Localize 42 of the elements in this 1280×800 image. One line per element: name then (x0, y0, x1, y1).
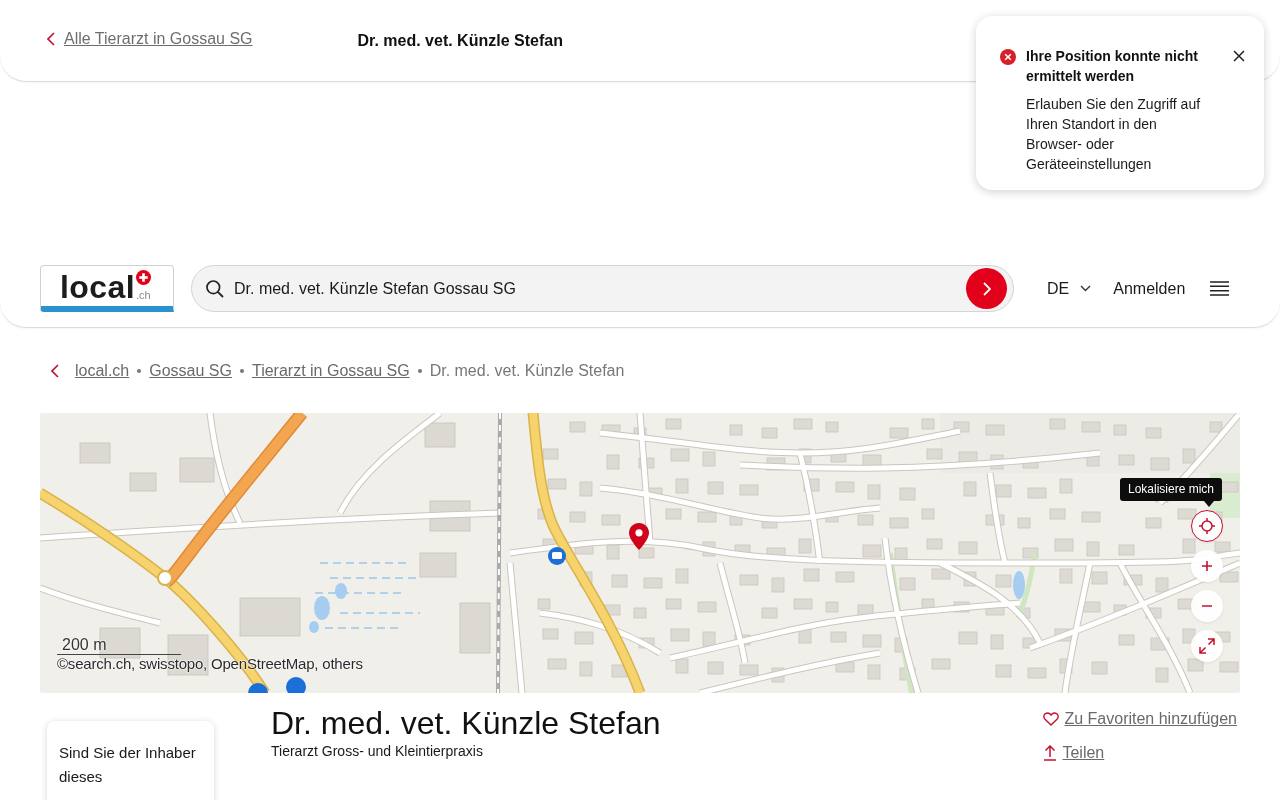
locate-icon (1199, 518, 1215, 534)
swiss-cross-icon (135, 270, 151, 285)
login-link[interactable]: Anmelden (1113, 278, 1186, 299)
toast-message: Erlauben Sie den Zugriff auf Ihren Standort in den Browser- oder Geräteeinstellungen (1026, 95, 1202, 174)
share-icon (1043, 745, 1058, 761)
search-icon (206, 279, 224, 298)
map-scale: 200 m (57, 636, 181, 655)
back-link[interactable]: Alle Tierarzt in Gossau SG (47, 28, 253, 49)
logo-suffix: .ch (135, 289, 151, 301)
share-link[interactable]: Teilen (1043, 743, 1105, 763)
search-input[interactable]: Dr. med. vet. Künzle Stefan Gossau SG (234, 278, 958, 299)
business-category: Tierarzt Gross- und Kleintierpraxis (271, 742, 484, 760)
chevron-right-icon (982, 281, 991, 296)
toast-title: Ihre Position konnte nicht ermittelt werden (1026, 47, 1199, 86)
chevron-left-icon (47, 31, 55, 46)
map-pin-icon[interactable] (629, 523, 649, 550)
language-button[interactable]: DE (1047, 278, 1092, 299)
tooltip: Lokalisiere mich (1119, 478, 1222, 507)
heart-icon (1043, 712, 1060, 726)
logo[interactable]: local.ch (40, 265, 174, 312)
page-title: Dr. med. vet. Künzle Stefan (357, 30, 563, 51)
separator-dot-icon (239, 369, 244, 373)
chevron-down-icon (1080, 285, 1092, 292)
search-submit-button[interactable] (966, 268, 1007, 309)
business-name: Dr. med. vet. Künzle Stefan (271, 705, 661, 741)
separator-dot-icon (417, 369, 422, 373)
minus-icon (1202, 605, 1212, 607)
search-field[interactable]: Dr. med. vet. Künzle Stefan Gossau SG (191, 265, 1014, 312)
breadcrumb-link[interactable]: local.ch (75, 361, 130, 381)
favorite-link[interactable]: Zu Favoriten hinzufügen (1043, 709, 1237, 729)
separator-dot-icon (137, 369, 142, 373)
breadcrumb-link[interactable]: Tierarzt in Gossau SG (251, 361, 410, 381)
logo-wordmark: local (60, 269, 135, 305)
menu-icon[interactable] (1210, 281, 1229, 296)
chevron-left-icon[interactable] (51, 364, 59, 378)
owner-card-text: Sind Sie der Inhaber dieses (59, 743, 197, 787)
expand-arrows-icon (1199, 638, 1215, 654)
breadcrumb-current-page: Dr. med. vet. Künzle Stefan (429, 361, 625, 381)
plus-icon (1202, 561, 1212, 571)
error-icon (1000, 49, 1016, 65)
close-icon[interactable] (1233, 50, 1245, 62)
breadcrumb-link[interactable]: Gossau SG (149, 361, 232, 381)
